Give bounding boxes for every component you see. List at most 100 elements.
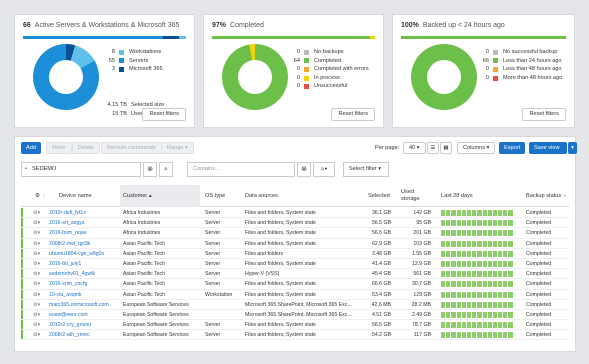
delete-button[interactable]: Delete	[72, 142, 101, 154]
customer-filter-input[interactable]: ▪ SEDEMO	[21, 162, 141, 177]
day-bar	[477, 281, 482, 288]
list-view-icon[interactable]: ☰	[427, 142, 439, 154]
table-row[interactable]: ⚙▾ 2016-srim_cncfg Asian Pacific Tech Serve…	[21, 279, 569, 290]
device-name-link[interactable]: 2012r-dell_fyt1x	[49, 208, 119, 218]
column-device-name[interactable]: Device name	[59, 185, 119, 207]
contains-search-input[interactable]: Contains...	[187, 162, 295, 177]
add-button[interactable]: Add	[21, 142, 41, 154]
day-bar	[487, 210, 492, 216]
gear-icon[interactable]: ⚙▾	[33, 290, 40, 300]
column-last-28-days[interactable]: Last 28 days	[441, 185, 501, 207]
gear-icon[interactable]: ⚙▾	[33, 269, 40, 279]
search-icon[interactable]: ⌕	[159, 162, 173, 177]
column-selected[interactable]: Selected	[368, 185, 398, 207]
os-type-cell: Workstation	[205, 291, 233, 298]
column-os-type[interactable]: OS type	[205, 185, 235, 207]
gear-icon[interactable]: ⚙▾	[33, 320, 40, 330]
data-sources-cell: Microsoft 365 SharePoint, Microsoft 365 …	[245, 301, 352, 308]
gear-icon[interactable]: ⚙▾	[33, 310, 40, 320]
device-name-link[interactable]: 2008r2-ath_yrnec	[49, 330, 119, 340]
gear-icon[interactable]: ⚙▾	[33, 239, 40, 249]
table-row[interactable]: ⚙▾ 2016-srt_avgyz Africa Industries Server F…	[21, 218, 569, 229]
gear-icon[interactable]: ⚙▾	[33, 330, 40, 340]
device-name-link[interactable]: 10-ctu_avqmk	[49, 290, 119, 300]
day-bar	[472, 311, 477, 318]
device-name-link[interactable]: eusw@eers.com	[49, 310, 119, 320]
day-bar	[503, 291, 508, 298]
day-bar	[482, 230, 487, 237]
device-name-link[interactable]: 2016-bti_july1	[49, 259, 119, 269]
range-button[interactable]: Range ▾	[161, 142, 194, 154]
selected-size-cell: 41.4 GB	[371, 260, 391, 267]
table-row[interactable]: ⚙▾ 10-ctu_avqmk Asian Pacific Tech Workstat…	[21, 289, 569, 300]
export-button[interactable]: Export	[499, 142, 526, 154]
remote-commands-button[interactable]: Remote commands	[101, 142, 162, 154]
table-row[interactable]: ⚙▾ sedemohv01_4gwfk Asian Pacific Tech Serv…	[21, 269, 569, 280]
scroll-right-icon[interactable]: ›	[564, 185, 572, 207]
table-row[interactable]: ⚙▾ 2008r2-mel_tgc9k Asian Pacific Tech Serv…	[21, 238, 569, 249]
select-filter-dropdown[interactable]: Select filter ▾	[343, 162, 389, 177]
backup-age-donut-chart	[411, 44, 477, 110]
day-bar	[472, 301, 477, 308]
device-name-link[interactable]: marc365.onmicrosoft.com	[49, 300, 119, 310]
table-row[interactable]: ⚙▾ 2016-bsm_nqae Africa Industries Server Fi…	[21, 228, 569, 239]
device-name-link[interactable]: 2016-srim_cncfg	[49, 279, 119, 289]
device-name-link[interactable]: 2016-bsm_nqae	[49, 228, 119, 238]
devices-panel: Add Move Delete Remote commands Range ▾ …	[14, 136, 577, 352]
gear-icon[interactable]: ⚙▾	[33, 279, 40, 289]
move-button[interactable]: Move	[46, 142, 72, 154]
customer-cell: European Software Services	[123, 301, 189, 308]
device-name-link[interactable]: 2016-srt_avgyz	[49, 218, 119, 228]
reset-filters-button[interactable]: Reset filters	[522, 108, 566, 121]
day-bar	[482, 301, 487, 308]
day-bar	[477, 240, 482, 247]
day-bar	[472, 281, 477, 288]
completed-summary-card: 97% Completed 0 No backups 64 Completed 0 Co…	[203, 14, 384, 128]
columns-button[interactable]: Columns ▾	[457, 142, 496, 154]
clear-customer-icon[interactable]: ⊗	[143, 162, 157, 177]
column-customer[interactable]: Customer ▴	[120, 185, 200, 207]
grid-view-icon[interactable]: ▦	[440, 142, 452, 154]
backup-status-cell: Completed	[526, 291, 552, 298]
column-used-storage[interactable]: Used storage	[401, 185, 431, 207]
column-data-sources[interactable]: Data sources	[245, 185, 345, 207]
save-view-button[interactable]: Save view	[529, 142, 567, 154]
clear-search-icon[interactable]: ⊗	[297, 162, 311, 177]
day-bar	[508, 271, 513, 278]
per-page-select[interactable]: 40 ▾	[403, 142, 426, 154]
status-indicator	[21, 248, 23, 258]
column-backup-status[interactable]: Backup status	[526, 185, 562, 207]
day-bar	[472, 291, 477, 298]
device-name-link[interactable]: ubuntu1804-cgk_w8g0s	[49, 249, 119, 259]
last-28-days-bars	[441, 281, 513, 288]
data-sources-cell: Files and folders, System state	[245, 230, 316, 237]
gear-icon[interactable]: ⚙▾	[33, 249, 40, 259]
day-bar	[461, 260, 466, 267]
table-row[interactable]: ⚙▾ 2016-bti_july1 Asian Pacific Tech Server…	[21, 258, 569, 270]
search-options-icon[interactable]: ⌕▾	[313, 162, 335, 177]
device-name-link[interactable]: sedemohv01_4gwfk	[49, 269, 119, 279]
gear-icon[interactable]: ⚙▾	[33, 300, 40, 310]
table-row[interactable]: ⚙▾ 2012r2-cry_gounu European Software Serv…	[21, 320, 569, 331]
gear-icon[interactable]: ⚙▾	[33, 259, 40, 269]
table-row[interactable]: ⚙▾ 2012r-dell_fyt1x Africa Industries Serve…	[21, 208, 569, 219]
save-view-menu-icon[interactable]: ▾	[568, 142, 577, 154]
gear-icon[interactable]: ⚙▾	[33, 228, 40, 238]
day-bar	[441, 311, 446, 318]
selected-size-cell: 56.5 GB	[371, 230, 391, 237]
gear-icon[interactable]: ⚙▾	[33, 218, 40, 228]
reset-filters-button[interactable]: Reset filters	[142, 108, 186, 121]
scroll-left-icon[interactable]: ‹	[43, 185, 53, 207]
table-row[interactable]: ⚙▾ eusw@eers.com European Software Service…	[21, 309, 569, 321]
table-row[interactable]: ⚙▾ marc365.onmicrosoft.com European Softwa…	[21, 299, 569, 310]
table-row[interactable]: ⚙▾ 2008r2-ath_yrnec European Software Serv…	[21, 330, 569, 341]
reset-filters-button[interactable]: Reset filters	[331, 108, 375, 121]
device-name-link[interactable]: 2008r2-mel_tgc9k	[49, 239, 119, 249]
backup-status-cell: Completed	[526, 322, 552, 329]
table-row[interactable]: ⚙▾ ubuntu1804-cgk_w8g0s Asian Pacific Tech…	[21, 248, 569, 259]
gear-icon[interactable]: ⚙▾	[33, 208, 40, 218]
day-bar	[466, 301, 472, 308]
day-bar	[508, 281, 513, 288]
device-name-link[interactable]: 2012r2-cry_gounu	[49, 320, 119, 330]
day-bar	[461, 250, 466, 257]
